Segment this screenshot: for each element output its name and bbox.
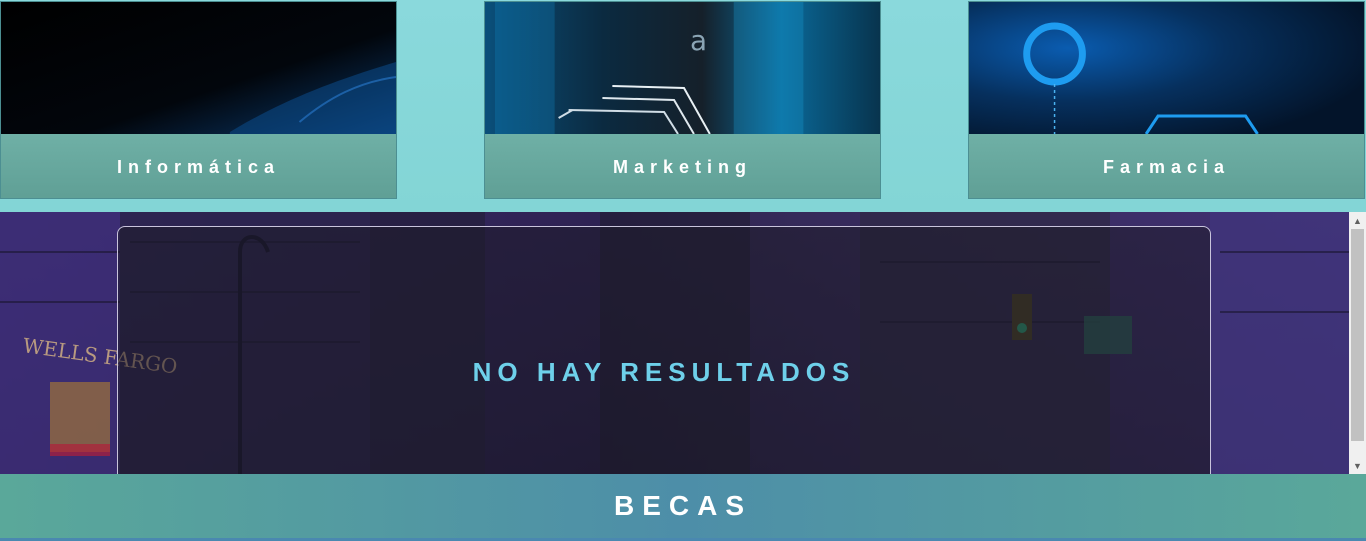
circuit-tech-image: a: [485, 2, 880, 134]
category-label: Informática: [116, 156, 281, 177]
category-label-bar: Farmacia: [969, 134, 1364, 198]
results-panel: NO HAY RESULTADOS: [117, 226, 1211, 474]
category-label-bar: Marketing: [485, 134, 880, 198]
category-card-marketing[interactable]: a Marketing: [484, 1, 881, 199]
blue-ring-tech-image: [969, 2, 1364, 134]
chevron-up-icon[interactable]: ▲: [1349, 212, 1366, 229]
chevron-down-icon[interactable]: ▼: [1349, 457, 1366, 474]
vertical-scrollbar[interactable]: ▲ ▼: [1349, 212, 1366, 474]
becas-button[interactable]: BECAS: [0, 474, 1366, 541]
category-label: Farmacia: [1102, 156, 1231, 177]
scrollbar-thumb[interactable]: [1351, 229, 1364, 441]
svg-text:a: a: [690, 24, 707, 57]
category-label-bar: Informática: [1, 134, 396, 198]
results-banner: WELLS FARGO NO HAY RESULTADOS: [0, 212, 1349, 474]
no-results-message: NO HAY RESULTADOS: [472, 357, 856, 387]
category-cards: Informática a Marketing Farmacia: [0, 0, 1366, 212]
category-label: Marketing: [612, 156, 753, 177]
category-card-informatica[interactable]: Informática: [0, 1, 397, 199]
category-card-farmacia[interactable]: Farmacia: [968, 1, 1365, 199]
dark-tech-image: [1, 2, 396, 134]
becas-label: BECAS: [613, 490, 752, 521]
